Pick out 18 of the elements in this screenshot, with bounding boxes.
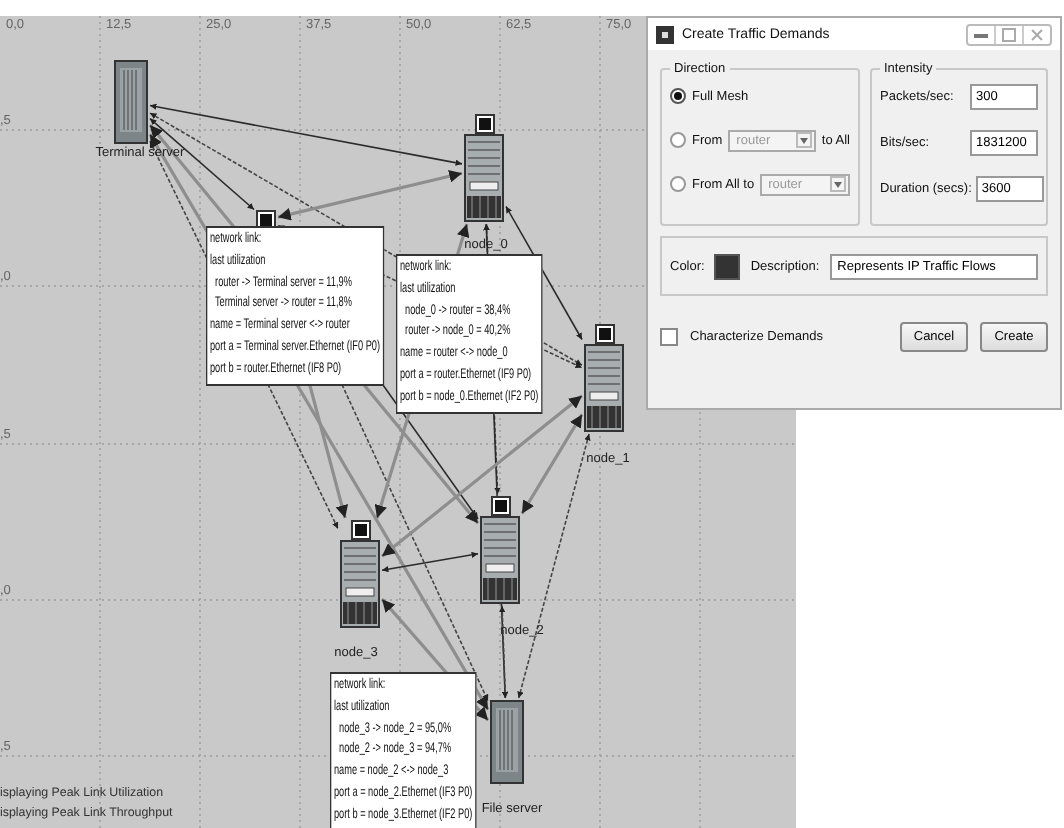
caret-icon — [830, 176, 846, 192]
color-swatch[interactable] — [714, 253, 741, 279]
router-icon — [480, 496, 520, 604]
checkbox[interactable] — [660, 328, 678, 346]
router-icon — [340, 520, 380, 628]
radio-button[interactable] — [670, 88, 686, 104]
router-icon — [584, 324, 624, 432]
monitor-icon — [256, 210, 276, 230]
minimize-icon — [974, 31, 988, 37]
radio-button[interactable] — [670, 132, 686, 148]
radio-button[interactable] — [670, 176, 686, 192]
close-icon — [1030, 27, 1044, 41]
caret-icon — [795, 132, 812, 148]
router-icon — [464, 114, 504, 222]
app-icon — [656, 25, 674, 43]
maximize-button[interactable] — [996, 25, 1024, 43]
minimize-button[interactable] — [968, 25, 996, 43]
maximize-icon — [1002, 27, 1016, 41]
